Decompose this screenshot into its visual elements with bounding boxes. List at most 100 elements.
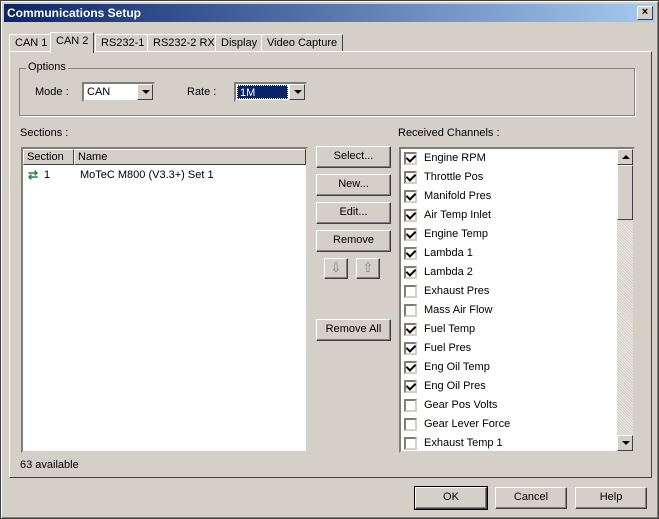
communications-setup-dialog: Communications Setup × CAN 1 CAN 2 RS232… — [0, 0, 659, 519]
channel-item[interactable]: Fuel Temp — [404, 320, 614, 339]
channel-item[interactable]: Eng Oil Pres — [404, 377, 614, 396]
channel-label: Throttle Pos — [424, 171, 484, 183]
channel-checkbox[interactable] — [404, 171, 417, 184]
section-number: 1 — [44, 169, 51, 181]
ok-button[interactable]: OK — [414, 486, 488, 510]
channel-label: Gear Pos Volts — [424, 399, 498, 411]
channel-item[interactable]: Eng Oil Temp — [404, 358, 614, 377]
channel-item[interactable]: Exhaust Pres — [404, 282, 614, 301]
channels-scrollbar[interactable] — [617, 149, 633, 451]
channel-item[interactable]: Fuel Pres — [404, 339, 614, 358]
mode-dropdown-button[interactable] — [137, 84, 153, 100]
channel-item[interactable]: Manifold Pres — [404, 187, 614, 206]
tab-rs232-2-rx[interactable]: RS232-2 RX — [147, 34, 221, 52]
remove-button[interactable]: Remove — [316, 230, 391, 252]
channel-label: Fuel Temp — [424, 323, 476, 335]
help-button[interactable]: Help — [575, 487, 647, 509]
mode-label: Mode : — [35, 86, 69, 98]
channel-label: Engine Temp — [424, 228, 489, 240]
scroll-thumb[interactable] — [617, 165, 633, 220]
channel-checkbox[interactable] — [404, 323, 417, 336]
channel-checkbox[interactable] — [404, 152, 417, 165]
chevron-down-icon — [142, 90, 150, 94]
channel-checkbox[interactable] — [404, 342, 417, 355]
channel-item[interactable]: Gear Lever Force — [404, 415, 614, 434]
channel-label: Eng Oil Temp — [424, 361, 490, 373]
channel-label: Exhaust Pres — [424, 285, 490, 297]
channel-checkbox[interactable] — [404, 437, 417, 450]
chevron-down-icon — [622, 441, 630, 445]
channel-checkbox[interactable] — [404, 247, 417, 260]
tab-video-capture[interactable]: Video Capture — [261, 34, 344, 52]
rate-value: 1M — [237, 85, 288, 99]
rate-label: Rate : — [187, 86, 217, 98]
options-groupbox: Options Mode : CAN Rate : 1M — [19, 61, 635, 116]
tab-rs232-1[interactable]: RS232-1 — [95, 34, 151, 52]
sections-list[interactable]: Section Name ⇄ 1 MoTeC M800 (V3.3+) Set … — [21, 147, 308, 453]
channel-item[interactable]: Throttle Pos — [404, 168, 614, 187]
title-bar: Communications Setup × — [4, 4, 655, 22]
channel-item[interactable]: Lambda 2 — [404, 263, 614, 282]
channel-checkbox[interactable] — [404, 418, 417, 431]
channel-label: Manifold Pres — [424, 190, 492, 202]
tab-panel-can-2: Options Mode : CAN Rate : 1M Sections : … — [9, 51, 652, 478]
tab-can-1[interactable]: CAN 1 — [9, 34, 54, 52]
channel-label: Lambda 1 — [424, 247, 473, 259]
rate-select[interactable]: 1M — [234, 82, 307, 102]
arrow-down-icon: ⇩ — [330, 260, 342, 275]
available-count: 63 available — [20, 459, 79, 471]
window-title: Communications Setup — [7, 6, 142, 20]
arrow-up-icon: ⇧ — [362, 260, 374, 275]
channel-item[interactable]: Gear Pos Volts — [404, 396, 614, 415]
scroll-down-button[interactable] — [617, 435, 633, 451]
channel-label: Eng Oil Pres — [424, 380, 486, 392]
tab-can-2[interactable]: CAN 2 — [50, 32, 95, 53]
mode-select[interactable]: CAN — [82, 82, 155, 102]
arrows-exchange-icon: ⇄ — [28, 168, 39, 182]
channel-checkbox[interactable] — [404, 209, 417, 222]
channel-checkbox[interactable] — [404, 361, 417, 374]
mode-value: CAN — [87, 86, 111, 98]
received-channels-list[interactable]: Engine RPM Throttle Pos Manifold Pres Air T… — [399, 147, 635, 453]
channel-item[interactable]: Air Temp Inlet — [404, 206, 614, 225]
move-up-button[interactable]: ⇧ — [356, 258, 380, 279]
channel-checkbox[interactable] — [404, 190, 417, 203]
channel-checkbox[interactable] — [404, 399, 417, 412]
edit-button[interactable]: Edit... — [316, 202, 391, 224]
column-header-section[interactable]: Section — [23, 149, 74, 165]
tab-display[interactable]: Display — [215, 34, 264, 52]
channel-label: Air Temp Inlet — [424, 209, 492, 221]
sections-label: Sections : — [20, 127, 69, 139]
channel-item[interactable]: Mass Air Flow — [404, 301, 614, 320]
channel-label: Exhaust Temp 1 — [424, 437, 503, 449]
channel-checkbox[interactable] — [404, 380, 417, 393]
new-button[interactable]: New... — [316, 174, 391, 196]
cancel-button[interactable]: Cancel — [495, 487, 567, 509]
channel-checkbox[interactable] — [404, 285, 417, 298]
channel-checkbox[interactable] — [404, 228, 417, 241]
remove-all-button[interactable]: Remove All — [316, 319, 391, 341]
column-header-name[interactable]: Name — [74, 149, 306, 165]
received-channels-label: Received Channels : — [398, 127, 500, 139]
scroll-up-button[interactable] — [617, 149, 633, 165]
rate-dropdown-button[interactable] — [289, 84, 305, 100]
channel-item[interactable]: Lambda 1 — [404, 244, 614, 263]
channel-item[interactable]: Engine RPM — [404, 149, 614, 168]
channel-label: Gear Lever Force — [424, 418, 511, 430]
section-name: MoTeC M800 (V3.3+) Set 1 — [80, 169, 214, 181]
channel-label: Engine RPM — [424, 152, 486, 164]
options-legend: Options — [26, 61, 68, 73]
channel-item[interactable]: Exhaust Temp 1 — [404, 434, 614, 451]
channel-label: Lambda 2 — [424, 266, 473, 278]
select-button[interactable]: Select... — [316, 146, 391, 168]
channel-checkbox[interactable] — [404, 304, 417, 317]
move-down-button[interactable]: ⇩ — [324, 258, 348, 279]
chevron-up-icon — [622, 155, 630, 159]
close-button[interactable]: × — [637, 6, 653, 20]
table-row[interactable]: ⇄ 1 MoTeC M800 (V3.3+) Set 1 — [23, 167, 306, 183]
close-icon: × — [641, 6, 649, 18]
channel-checkbox[interactable] — [404, 266, 417, 279]
channel-label: Mass Air Flow — [424, 304, 493, 316]
channel-item[interactable]: Engine Temp — [404, 225, 614, 244]
chevron-down-icon — [294, 90, 302, 94]
